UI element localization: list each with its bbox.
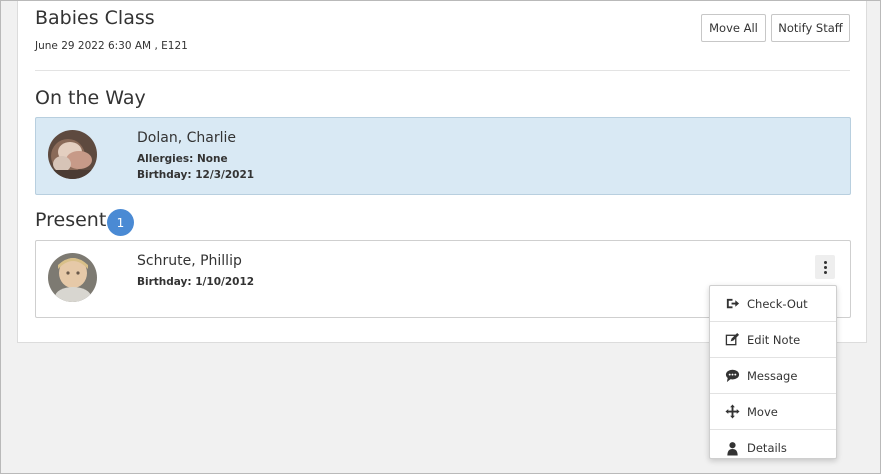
menu-item-label: Message (747, 368, 798, 383)
child-birthday: Birthday: 12/3/2021 (137, 169, 255, 181)
move-all-button[interactable]: Move All (701, 14, 766, 42)
menu-item-label: Check-Out (747, 296, 808, 311)
child-actions-menu: Check-Out Edit Note Message Move Details (709, 285, 837, 459)
move-icon (725, 404, 740, 419)
notify-staff-button[interactable]: Notify Staff (771, 14, 850, 42)
avatar (48, 253, 97, 302)
class-title: Babies Class (35, 7, 155, 29)
menu-item-label: Details (747, 441, 787, 455)
child-card-dolan-charlie[interactable]: Dolan, Charlie Allergies: None Birthday:… (35, 117, 851, 195)
class-subtitle: June 29 2022 6:30 AM , E121 (35, 40, 188, 52)
menu-item-details[interactable]: Details (710, 430, 836, 466)
child-name: Schrute, Phillip (137, 253, 242, 269)
message-icon (725, 369, 740, 383)
kebab-dot (823, 270, 827, 274)
avatar (48, 130, 97, 179)
header-divider (35, 70, 850, 71)
edit-note-icon (725, 332, 740, 346)
child-birthday: Birthday: 1/10/2012 (137, 276, 255, 288)
more-actions-button[interactable] (815, 255, 835, 279)
present-title: Present (35, 209, 107, 231)
menu-item-edit-note[interactable]: Edit Note (710, 322, 836, 358)
menu-item-label: Edit Note (747, 332, 801, 347)
menu-item-move[interactable]: Move (710, 394, 836, 430)
present-count-badge: 1 (107, 209, 134, 236)
menu-item-check-out[interactable]: Check-Out (710, 286, 836, 322)
child-allergies: Allergies: None (137, 153, 228, 165)
person-icon (727, 441, 738, 456)
menu-item-label: Move (747, 404, 778, 419)
on-the-way-title: On the Way (35, 87, 146, 109)
check-out-icon (726, 298, 740, 309)
menu-item-message[interactable]: Message (710, 358, 836, 394)
child-name: Dolan, Charlie (137, 130, 236, 146)
kebab-dot (823, 265, 827, 269)
kebab-dot (823, 260, 827, 264)
